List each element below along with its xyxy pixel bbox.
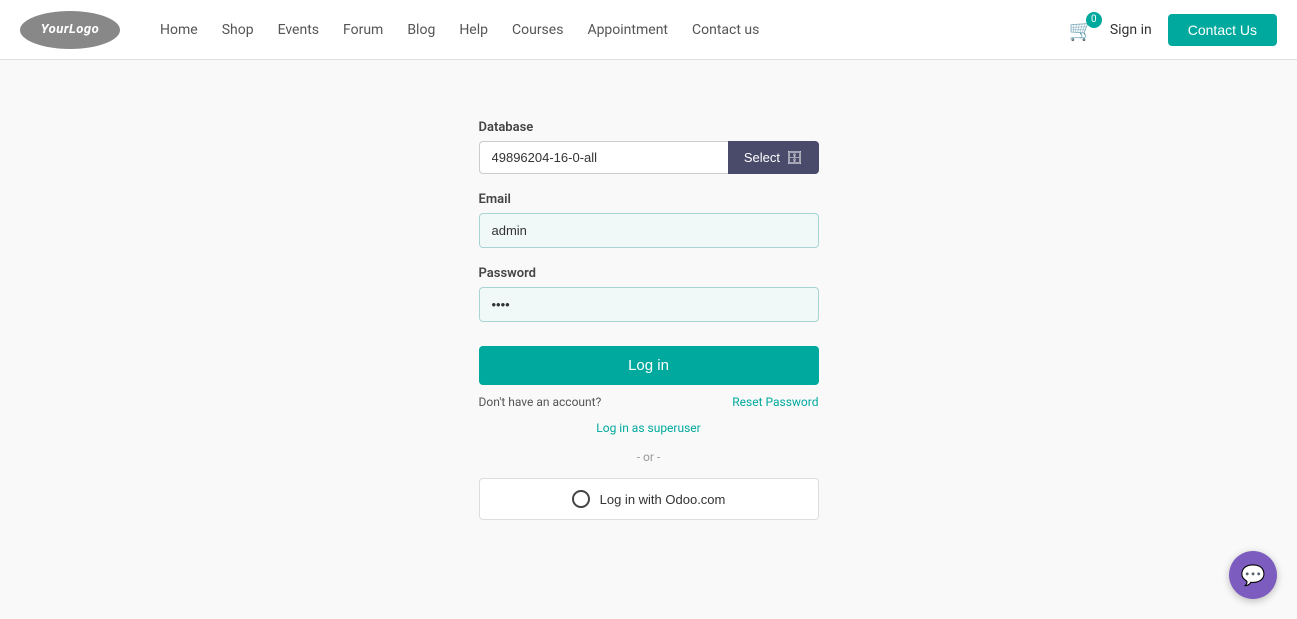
nav-blog[interactable]: Blog bbox=[397, 16, 445, 44]
email-input[interactable] bbox=[479, 213, 819, 248]
nav-home[interactable]: Home bbox=[150, 16, 208, 44]
database-input[interactable] bbox=[479, 141, 728, 174]
nav-contact-us[interactable]: Contact us bbox=[682, 16, 769, 44]
reset-password-link[interactable]: Reset Password bbox=[732, 395, 818, 409]
password-label: Password bbox=[479, 266, 819, 281]
logo-text: YourLogo bbox=[41, 22, 99, 37]
database-section: Database Select 🗄 bbox=[479, 120, 819, 174]
email-label: Email bbox=[479, 192, 819, 207]
database-label: Database bbox=[479, 120, 819, 135]
nav-events[interactable]: Events bbox=[268, 16, 329, 44]
chat-bubble[interactable]: 💬 bbox=[1229, 551, 1277, 599]
nav-courses[interactable]: Courses bbox=[502, 16, 573, 44]
password-input[interactable] bbox=[479, 287, 819, 322]
sign-in-link[interactable]: Sign in bbox=[1110, 22, 1152, 38]
superuser-link[interactable]: Log in as superuser bbox=[596, 421, 700, 435]
select-button[interactable]: Select 🗄 bbox=[728, 141, 819, 174]
logo[interactable]: YourLogo bbox=[20, 11, 120, 49]
odoo-circle-icon bbox=[572, 490, 590, 508]
superuser-row: Log in as superuser bbox=[479, 417, 819, 436]
nav-shop[interactable]: Shop bbox=[212, 16, 264, 44]
main-content: Database Select 🗄 Email Password Log in … bbox=[0, 60, 1297, 619]
nav-help[interactable]: Help bbox=[449, 16, 498, 44]
form-links: Don't have an account? Reset Password bbox=[479, 395, 819, 409]
chat-icon: 💬 bbox=[1241, 563, 1266, 587]
nav-links: Home Shop Events Forum Blog Help Courses… bbox=[150, 16, 1069, 44]
email-section: Email bbox=[479, 192, 819, 248]
odoo-login-label: Log in with Odoo.com bbox=[600, 492, 726, 507]
navbar: YourLogo Home Shop Events Forum Blog Hel… bbox=[0, 0, 1297, 60]
select-label: Select bbox=[744, 150, 780, 165]
login-button[interactable]: Log in bbox=[479, 346, 819, 385]
nav-forum[interactable]: Forum bbox=[333, 16, 393, 44]
or-divider: - or - bbox=[479, 450, 819, 464]
cart-icon[interactable]: 🛒 0 bbox=[1069, 18, 1094, 42]
contact-us-button[interactable]: Contact Us bbox=[1168, 14, 1277, 46]
password-section: Password bbox=[479, 266, 819, 322]
navbar-right: 🛒 0 Sign in Contact Us bbox=[1069, 14, 1277, 46]
no-account-link[interactable]: Don't have an account? bbox=[479, 395, 602, 409]
database-icon: 🗄 bbox=[786, 150, 803, 166]
cart-badge: 0 bbox=[1086, 12, 1102, 28]
nav-appointment[interactable]: Appointment bbox=[577, 16, 678, 44]
login-form: Database Select 🗄 Email Password Log in … bbox=[479, 120, 819, 520]
odoo-login-button[interactable]: Log in with Odoo.com bbox=[479, 478, 819, 520]
database-row: Select 🗄 bbox=[479, 141, 819, 174]
